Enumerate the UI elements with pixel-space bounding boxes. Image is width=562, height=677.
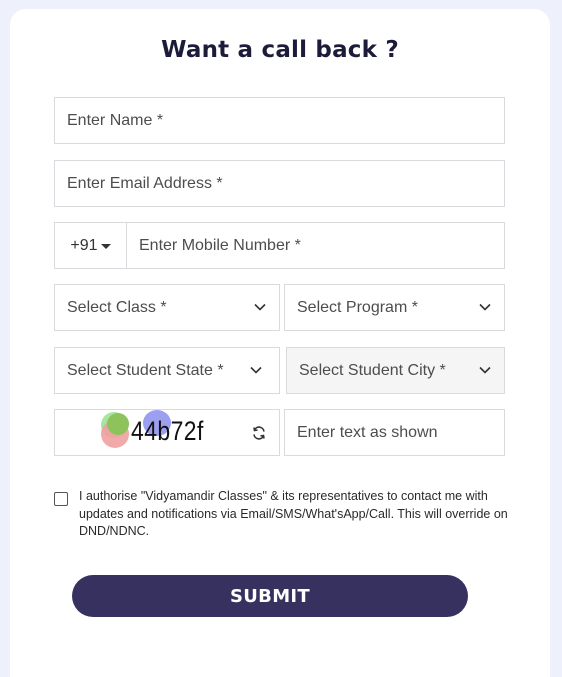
program-select[interactable]: Select Program * [284,284,505,331]
chevron-down-icon [250,366,262,374]
email-placeholder: Enter Email Address * [67,174,223,192]
name-placeholder: Enter Name * [67,111,164,129]
name-input[interactable]: Enter Name * [54,97,505,144]
consent-text: I authorise "Vidyamandir Classes" & its … [79,489,508,538]
chevron-down-icon [479,366,491,374]
captcha-box: 44b72f [54,409,280,456]
state-select-label: Select Student State * [67,361,224,379]
country-code-value: +91 [70,236,98,254]
class-select[interactable]: Select Class * [54,284,280,331]
class-select-label: Select Class * [67,298,167,316]
captcha-image-text: 44b72f [131,416,204,446]
callback-form-card: Want a call back ? Enter Name * Enter Em… [10,9,550,677]
chevron-down-icon [479,303,491,311]
program-select-label: Select Program * [297,298,418,316]
city-select-label: Select Student City * [299,361,446,379]
email-input[interactable]: Enter Email Address * [54,160,505,207]
chevron-down-icon [254,303,266,311]
refresh-icon[interactable] [251,425,267,441]
mobile-input[interactable]: Enter Mobile Number * [127,237,301,255]
caret-down-icon [100,244,111,249]
mobile-field: +91 Enter Mobile Number * [54,222,505,269]
captcha-input[interactable]: Enter text as shown [284,409,505,456]
city-select[interactable]: Select Student City * [286,347,505,394]
state-select[interactable]: Select Student State * [54,347,280,394]
captcha-noise [107,413,129,435]
consent-row: I authorise "Vidyamandir Classes" & its … [54,488,509,541]
submit-button[interactable]: SUBMIT [72,575,468,617]
country-code-dropdown[interactable]: +91 [55,223,127,268]
captcha-input-placeholder: Enter text as shown [297,423,438,441]
consent-checkbox[interactable] [54,492,68,506]
form-title: Want a call back ? [161,37,399,63]
